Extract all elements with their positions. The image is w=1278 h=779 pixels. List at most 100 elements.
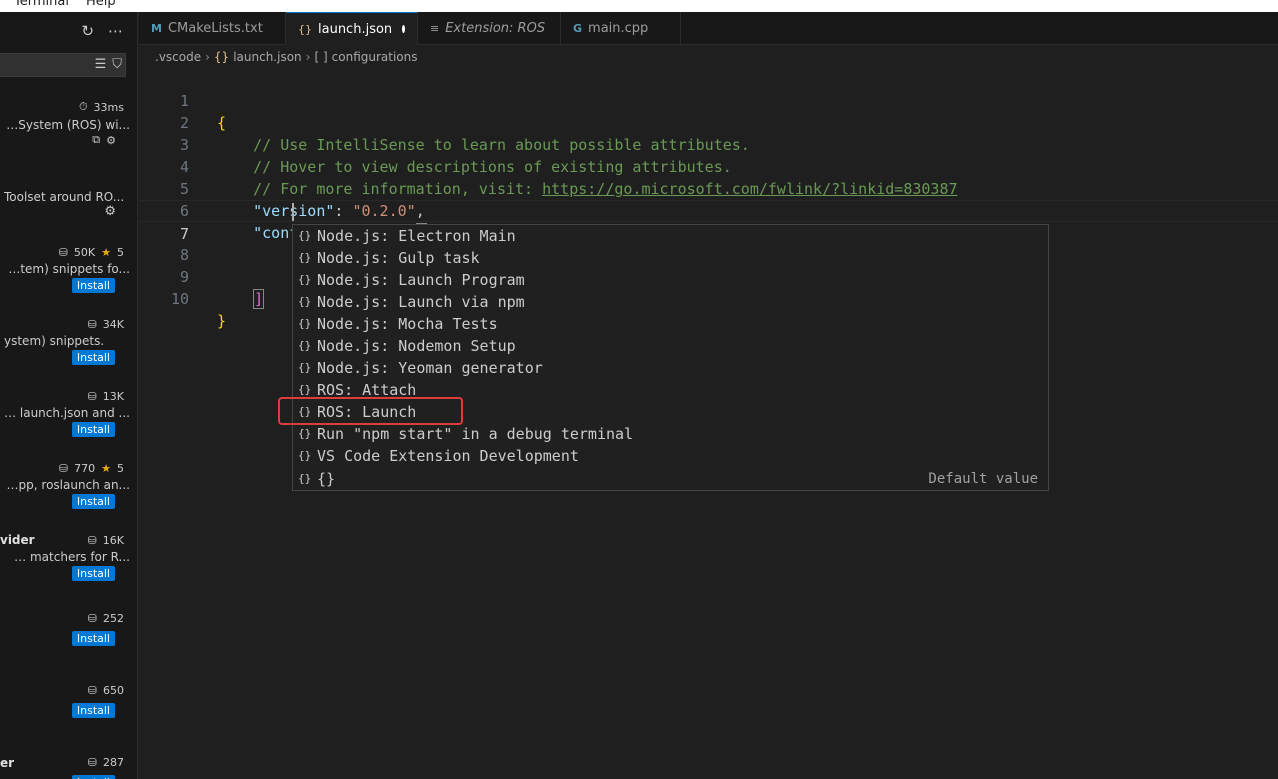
suggestion-item[interactable]: {} Node.js: Mocha Tests bbox=[293, 313, 1048, 335]
breadcrumb-item[interactable]: launch.json bbox=[233, 50, 301, 64]
snippet-icon: {} bbox=[298, 405, 312, 418]
download-count: 252 bbox=[103, 612, 124, 625]
extension-search-input[interactable]: ☰ ⛉ bbox=[0, 53, 126, 77]
extension-name: er bbox=[0, 756, 15, 770]
menu-item-terminal[interactable]: Terminal bbox=[14, 0, 69, 9]
menu-bar: Terminal Help bbox=[0, 0, 1278, 12]
download-icon: ⛁ bbox=[87, 756, 97, 769]
tab-label: Extension: ROS bbox=[445, 21, 546, 36]
tab-label: main.cpp bbox=[588, 21, 649, 36]
more-icon[interactable]: ⋯ bbox=[108, 22, 123, 40]
chevron-right-icon: › bbox=[305, 50, 311, 64]
download-icon: ⛁ bbox=[87, 684, 97, 697]
snippet-icon: {} bbox=[298, 317, 312, 330]
install-button[interactable]: Install bbox=[71, 278, 115, 293]
download-icon: ⛁ bbox=[58, 246, 68, 259]
tab-launch-json[interactable]: {} launch.json bbox=[286, 12, 418, 45]
suggestion-item[interactable]: {} Node.js: Gulp task bbox=[293, 247, 1048, 269]
rating: 5 bbox=[117, 462, 124, 475]
suggestion-item[interactable]: {} Node.js: Electron Main bbox=[293, 225, 1048, 247]
download-count: 16K bbox=[102, 534, 124, 547]
install-button[interactable]: Install bbox=[71, 775, 115, 779]
suggestion-item[interactable]: {} ROS: Attach bbox=[293, 379, 1048, 401]
tab-extension-ros[interactable]: ≡ Extension: ROS bbox=[418, 12, 561, 45]
gear-icon[interactable]: ⚙ bbox=[104, 204, 116, 219]
star-icon: ★ bbox=[101, 462, 111, 475]
download-count: 287 bbox=[103, 756, 124, 769]
code-line: 1 { bbox=[139, 68, 1278, 132]
install-button[interactable]: Install bbox=[71, 703, 115, 718]
snippet-icon: {} bbox=[298, 295, 312, 308]
refresh-icon[interactable]: ↻ bbox=[81, 22, 94, 40]
suggestion-item[interactable]: {} VS Code Extension Development bbox=[293, 445, 1048, 467]
star-icon: ★ bbox=[101, 246, 111, 259]
install-button[interactable]: Install bbox=[71, 422, 115, 437]
extensions-sidebar: ↻ ⋯ ☰ ⛉ ⏱ 33ms ng System (ROS) wi... ⧉ ⚙ T… bbox=[0, 12, 138, 779]
code-line-current: 7 bbox=[139, 200, 1278, 243]
sidebar-actions: ↻ ⋯ bbox=[81, 22, 123, 40]
cmake-file-icon: M bbox=[151, 22, 162, 35]
suggestion-item[interactable]: {} Node.js: Launch Program bbox=[293, 269, 1048, 291]
code-line: 5 "version": "0.2.0", bbox=[139, 156, 1278, 220]
extension-name: vider bbox=[0, 533, 35, 547]
suggestion-item[interactable]: {} Node.js: Launch via npm bbox=[293, 291, 1048, 313]
split-icon[interactable]: ⧉ bbox=[92, 133, 100, 147]
snippet-icon: {} bbox=[298, 251, 312, 264]
tab-label: CMakeLists.txt bbox=[167, 21, 263, 36]
chevron-right-icon: › bbox=[205, 50, 210, 64]
clock-icon: ⏱ bbox=[78, 100, 88, 113]
snippet-icon: {} bbox=[298, 339, 312, 352]
json-file-icon: {} bbox=[213, 50, 230, 64]
extension-desc: Toolset around RO... bbox=[4, 190, 125, 204]
extension-desc: System) snippets fo... bbox=[4, 262, 130, 276]
download-icon: ⛁ bbox=[58, 462, 69, 475]
code-line: 4 // For more information, visit: https:… bbox=[139, 134, 1278, 198]
snippet-icon: {} bbox=[298, 361, 312, 374]
extension-desc: blem matchers for R... bbox=[4, 550, 130, 564]
install-button[interactable]: Install bbox=[71, 494, 115, 509]
snippet-icon: {} bbox=[298, 273, 312, 286]
unsaved-dot-icon[interactable] bbox=[402, 25, 405, 33]
install-button[interactable]: Install bbox=[71, 350, 115, 365]
json-file-icon: {} bbox=[298, 22, 312, 36]
breadcrumb-item[interactable]: configurations bbox=[332, 50, 418, 64]
tab-cmakelists[interactable]: M CMakeLists.txt bbox=[139, 12, 286, 45]
suggestion-item[interactable]: {} Node.js: Yeoman generator bbox=[293, 357, 1048, 379]
filter-icon[interactable]: ⛉ bbox=[112, 57, 122, 72]
download-icon: ⛁ bbox=[87, 390, 97, 403]
code-line: 6 "configurations": [ bbox=[139, 178, 1278, 243]
suggestion-item[interactable]: {} Run "npm start" in a debug terminal bbox=[293, 423, 1048, 445]
download-count: 770 bbox=[74, 462, 96, 475]
install-button[interactable]: Install bbox=[71, 631, 115, 646]
download-icon: ⛁ bbox=[87, 534, 97, 547]
download-icon: ⛁ bbox=[87, 318, 97, 331]
bracket: ] bbox=[253, 289, 265, 309]
snippet-icon: {} bbox=[298, 427, 312, 440]
suggestion-detail: Default value bbox=[928, 471, 1038, 487]
code-line: 2 // Use IntelliSense to learn about pos… bbox=[139, 90, 1278, 154]
extension-desc: ystem) snippets. bbox=[4, 334, 105, 348]
extension-desc: for launch.json and ... bbox=[4, 406, 130, 420]
editor-tabs: M CMakeLists.txt {} launch.json ≡ Extens… bbox=[139, 12, 1278, 45]
snippet-icon: {} bbox=[298, 449, 312, 462]
download-count: 50K bbox=[73, 246, 96, 259]
clear-filter-icon[interactable]: ☰ bbox=[95, 57, 107, 72]
snippet-icon: {} bbox=[298, 472, 312, 485]
suggestion-item[interactable]: {} Node.js: Nodemon Setup bbox=[293, 335, 1048, 357]
line-number: 10 bbox=[170, 290, 189, 308]
extension-desc: ng System (ROS) wi... bbox=[4, 118, 130, 132]
code-line: 3 // Hover to view descriptions of exist… bbox=[139, 112, 1278, 176]
install-button[interactable]: Install bbox=[71, 566, 115, 581]
breadcrumb-item[interactable]: .vscode bbox=[155, 50, 201, 64]
menu-item-help[interactable]: Help bbox=[86, 0, 116, 9]
suggestion-item-selected[interactable]: {}{} Default value bbox=[293, 468, 1048, 490]
extension-preview-icon: ≡ bbox=[430, 22, 440, 35]
brace: } bbox=[217, 312, 227, 330]
gear-icon[interactable]: ⚙ bbox=[106, 134, 116, 147]
cpp-file-icon: G bbox=[573, 22, 583, 35]
suggestion-item-ros-launch[interactable]: {} ROS: Launch bbox=[293, 401, 1048, 423]
array-icon: [ ] bbox=[314, 50, 328, 64]
tab-main-cpp[interactable]: G main.cpp bbox=[561, 12, 681, 45]
rating: 5 bbox=[117, 246, 124, 259]
extension-desc: oscpp, roslaunch an... bbox=[4, 478, 130, 492]
